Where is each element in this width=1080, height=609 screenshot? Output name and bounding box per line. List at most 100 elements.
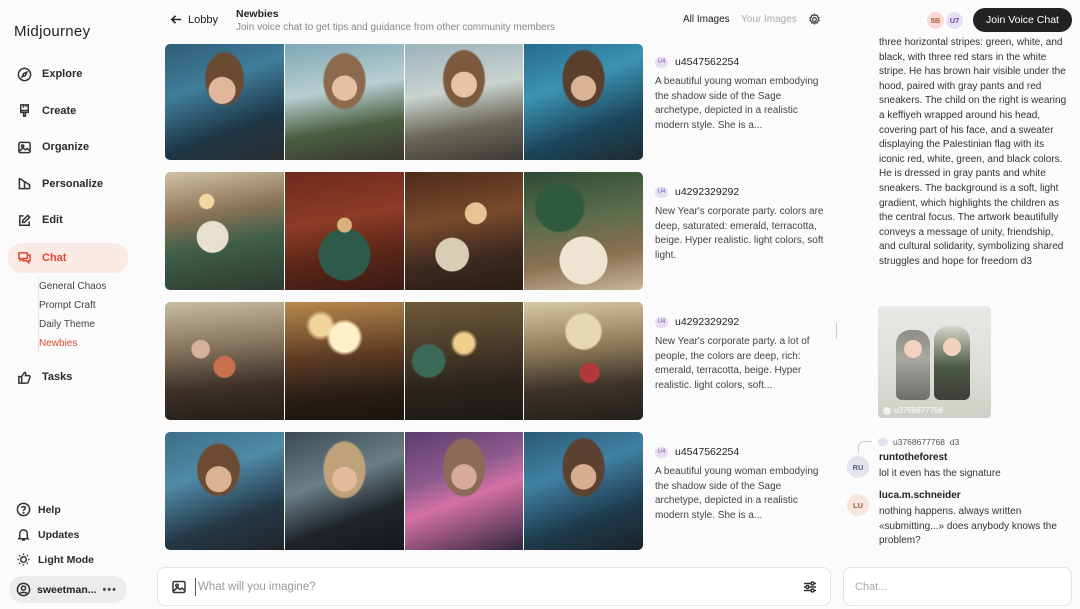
room-newbies[interactable]: Newbies <box>39 334 128 353</box>
user-badge: U4 <box>655 316 668 328</box>
edit-icon <box>16 212 32 228</box>
avatar[interactable]: LU <box>847 494 869 516</box>
image-grid <box>165 44 643 160</box>
room-daily-theme[interactable]: Daily Theme <box>39 315 128 334</box>
reply-user: u3768677768 <box>893 437 946 447</box>
generated-image[interactable] <box>404 302 524 420</box>
generated-image[interactable] <box>404 172 524 290</box>
sun-icon <box>17 553 30 566</box>
generated-image[interactable] <box>165 44 284 160</box>
user-badge <box>878 438 888 446</box>
message-author[interactable]: runtotheforest <box>879 452 947 463</box>
post-prompt[interactable]: New Year's corporate party. colors are d… <box>655 205 825 263</box>
imagine-input[interactable] <box>195 578 775 596</box>
generated-image[interactable] <box>524 302 643 420</box>
room-prompt-craft[interactable]: Prompt Craft <box>39 296 128 315</box>
feed-post: U4 u4292329292 New Year's corporate party… <box>165 302 825 422</box>
post-prompt[interactable]: A beautiful young woman embodying the sh… <box>655 75 825 133</box>
user-dot-icon <box>883 406 891 415</box>
participant-avatar[interactable]: U7 <box>945 11 964 30</box>
generated-image[interactable] <box>284 172 404 290</box>
message-author[interactable]: luca.m.schneider <box>879 490 961 501</box>
generated-image[interactable] <box>404 432 524 550</box>
post-username[interactable]: u4292329292 <box>675 186 739 198</box>
post-meta: U4 u4292329292 New Year's corporate party… <box>655 314 825 393</box>
username: sweetman... <box>37 583 97 596</box>
post-username[interactable]: u4547562254 <box>675 446 739 458</box>
settings-button[interactable] <box>808 13 821 31</box>
settings-toggle-button[interactable] <box>802 579 818 600</box>
app-logo[interactable]: Midjourney <box>14 23 90 40</box>
generated-image[interactable] <box>284 44 404 160</box>
add-image-button[interactable] <box>171 579 187 600</box>
post-meta: U4 u4547562254 A beautiful young woman em… <box>655 444 825 523</box>
generated-image[interactable] <box>284 432 404 550</box>
help-link[interactable]: Help <box>16 497 94 522</box>
more-icon[interactable]: ••• <box>102 584 117 596</box>
sliders-icon <box>804 581 816 593</box>
generated-image[interactable] <box>404 44 524 160</box>
message-body: lol it even has the signature <box>879 468 1001 479</box>
tab-all-images[interactable]: All Images <box>683 14 730 25</box>
sidebar-item-edit[interactable]: Edit <box>8 206 128 234</box>
chat-input-box <box>843 567 1072 606</box>
sidebar-item-personalize[interactable]: Personalize <box>8 170 128 198</box>
sidebar-item-label: Explore <box>42 68 83 80</box>
generated-image[interactable] <box>524 44 643 160</box>
sidebar-item-explore[interactable]: Explore <box>8 60 128 88</box>
user-badge: U4 <box>655 446 668 458</box>
chat-input[interactable] <box>855 578 1055 596</box>
sidebar-item-label: Tasks <box>42 371 73 383</box>
back-button[interactable]: Lobby <box>170 13 218 26</box>
updates-link[interactable]: Updates <box>16 522 94 547</box>
feed-post: U4 u4292329292 New Year's corporate party… <box>165 172 825 292</box>
room-general-chaos[interactable]: General Chaos <box>39 277 128 296</box>
generated-image[interactable] <box>165 172 284 290</box>
sidebar: Midjourney Explore Create Organize Perso… <box>0 0 140 609</box>
sidebar-item-create[interactable]: Create <box>8 97 128 125</box>
image-grid <box>165 172 643 290</box>
light-mode-toggle[interactable]: Light Mode <box>16 547 94 572</box>
user-menu[interactable]: sweetman... ••• <box>9 576 127 603</box>
post-username[interactable]: u4292329292 <box>675 316 739 328</box>
help-label: Help <box>38 503 61 516</box>
post-prompt[interactable]: A beautiful young woman embodying the sh… <box>655 465 825 523</box>
generated-image[interactable] <box>524 172 643 290</box>
generated-image[interactable] <box>524 432 643 550</box>
feed-post: U4 u4547562254 A beautiful young woman em… <box>165 432 825 552</box>
bell-icon <box>17 529 30 541</box>
sidebar-item-chat[interactable]: Chat <box>8 242 128 273</box>
reply-reference[interactable]: u3768677768 d3 <box>878 437 959 447</box>
sidebar-item-tasks[interactable]: Tasks <box>8 363 128 391</box>
user-icon <box>16 582 31 597</box>
bottom-nav: Help Updates Light Mode <box>16 497 94 572</box>
channel-subtitle: Join voice chat to get tips and guidance… <box>236 22 556 33</box>
sidebar-item-organize[interactable]: Organize <box>8 133 128 161</box>
user-badge: U4 <box>655 56 668 68</box>
chat-shared-image[interactable]: u3768677768 <box>878 306 991 418</box>
thumbs-up-icon <box>16 369 32 385</box>
chat-rooms-list: General Chaos Prompt Craft Daily Theme N… <box>38 277 128 353</box>
chat-image-face <box>904 340 922 358</box>
reply-connector <box>858 441 872 453</box>
light-mode-label: Light Mode <box>38 553 94 566</box>
chat-image-user: u3768677768 <box>894 406 943 415</box>
generated-image[interactable] <box>165 432 284 550</box>
participant-avatar[interactable]: 5B <box>926 11 945 30</box>
sidebar-item-label: Chat <box>42 251 67 264</box>
avatar[interactable]: RU <box>847 456 869 478</box>
tab-your-images[interactable]: Your Images <box>741 14 797 25</box>
post-prompt[interactable]: New Year's corporate party. a lot of peo… <box>655 335 825 393</box>
panel-resize-handle[interactable] <box>836 323 837 339</box>
post-meta: U4 u4292329292 New Year's corporate party… <box>655 184 825 263</box>
user-badge: U4 <box>655 186 668 198</box>
image-icon <box>172 580 186 594</box>
back-label: Lobby <box>188 13 218 26</box>
chat-message-text: three horizontal stripes: green, white, … <box>879 37 1067 267</box>
post-meta: U4 u4547562254 A beautiful young woman em… <box>655 54 825 133</box>
generated-image[interactable] <box>284 302 404 420</box>
imagine-prompt-bar <box>157 567 831 606</box>
post-username[interactable]: u4547562254 <box>675 56 739 68</box>
generated-image[interactable] <box>165 302 284 420</box>
join-voice-chat-button[interactable]: Join Voice Chat <box>973 8 1072 32</box>
